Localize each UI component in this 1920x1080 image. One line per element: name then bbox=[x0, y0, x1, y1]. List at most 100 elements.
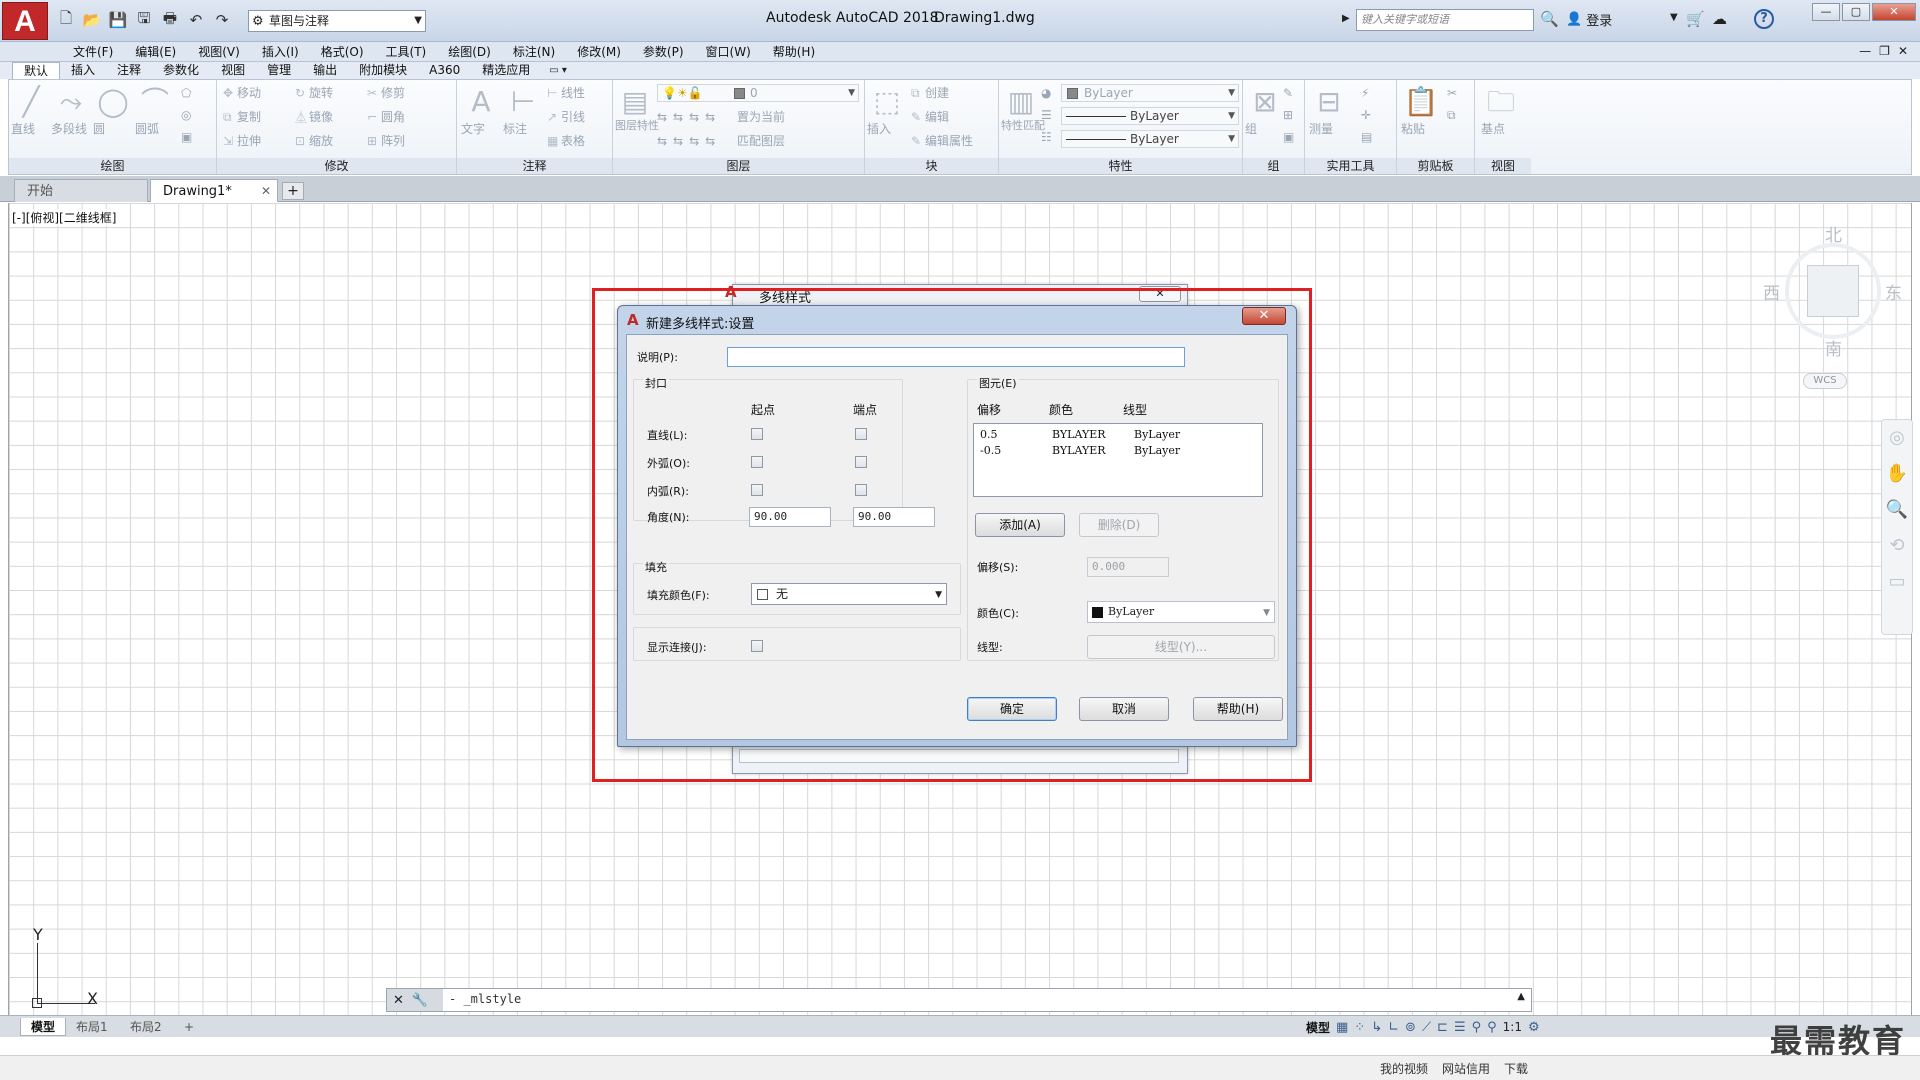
hatch-icon[interactable]: ◎ bbox=[181, 106, 191, 124]
calculator-icon[interactable]: ▤ bbox=[1361, 128, 1372, 146]
west-label[interactable]: 西 bbox=[1763, 279, 1780, 304]
help-icon[interactable]: ? bbox=[1754, 9, 1774, 29]
color-wheel-icon[interactable]: ◕ bbox=[1041, 84, 1051, 102]
menu-draw[interactable]: 绘图(D) bbox=[437, 44, 502, 60]
line-button[interactable]: ╱ 直线 bbox=[11, 84, 51, 144]
edit-attr-button[interactable]: ✎ 编辑属性 bbox=[911, 132, 973, 150]
tab-output[interactable]: 输出 bbox=[302, 62, 348, 80]
command-line[interactable]: ✕ 🔧 - _mlstyle ▲ bbox=[386, 988, 1532, 1012]
region-icon[interactable]: ▣ bbox=[181, 128, 192, 146]
tab-manage[interactable]: 管理 bbox=[256, 62, 302, 80]
south-label[interactable]: 南 bbox=[1825, 335, 1842, 360]
lineweight-icon[interactable]: ☰ bbox=[1041, 106, 1052, 124]
match-properties-button[interactable]: ▥ 特性匹配 bbox=[1001, 84, 1045, 144]
ortho-icon[interactable]: ∟ bbox=[1388, 1020, 1399, 1035]
menu-parametric[interactable]: 参数(P) bbox=[632, 44, 695, 60]
undo-icon[interactable]: ↶ bbox=[186, 10, 206, 30]
close-tab-icon[interactable]: ✕ bbox=[261, 180, 271, 203]
point-icon[interactable]: ✛ bbox=[1361, 106, 1371, 124]
set-current-button[interactable]: 置为当前 bbox=[737, 108, 785, 126]
rectangle-icon[interactable]: ⬠ bbox=[181, 84, 191, 102]
workspace-select[interactable]: ⚙ 草图与注释 ▼ bbox=[248, 10, 426, 32]
add-layout-button[interactable]: + bbox=[174, 1018, 204, 1036]
mirror-button[interactable]: ⏅ 镜像 bbox=[295, 108, 333, 126]
polyline-button[interactable]: ⤳ 多段线 bbox=[51, 84, 91, 144]
model-space-button[interactable]: 模型 bbox=[1306, 1019, 1330, 1036]
menu-tools[interactable]: 工具(T) bbox=[375, 44, 438, 60]
group-button[interactable]: ⊠ 组 bbox=[1245, 84, 1285, 144]
annotation-icon[interactable]: ⚲ bbox=[1472, 1020, 1482, 1035]
panel-draw-title[interactable]: 绘图 bbox=[9, 158, 216, 174]
dimension-button[interactable]: ⊢ 标注 bbox=[503, 84, 543, 144]
polar-icon[interactable]: ⊚ bbox=[1405, 1020, 1416, 1035]
doc-close-icon[interactable]: ✕ bbox=[1898, 44, 1908, 58]
search-expand-icon[interactable]: ▶ bbox=[1342, 13, 1350, 24]
tab-a360[interactable]: A360 bbox=[418, 62, 471, 80]
lineweight-combo[interactable]: ByLayer ▼ bbox=[1061, 130, 1239, 148]
a360-icon[interactable]: ☁ bbox=[1712, 10, 1727, 28]
measure-button[interactable]: ⊟ 测量 bbox=[1309, 84, 1349, 144]
annotation-scale[interactable]: 1:1 bbox=[1503, 1020, 1522, 1034]
paste-button[interactable]: 📋 粘贴 bbox=[1401, 84, 1441, 144]
fillet-button[interactable]: ⌐ 圆角 bbox=[367, 108, 405, 126]
east-label[interactable]: 东 bbox=[1885, 279, 1902, 304]
layer-properties-button[interactable]: ▤ 图层特性 bbox=[615, 84, 659, 144]
layer-combo[interactable]: 💡☀🔓 0 ▼ bbox=[657, 84, 859, 102]
pan-icon[interactable]: ✋ bbox=[1882, 456, 1912, 492]
tab-view[interactable]: 视图 bbox=[210, 62, 256, 80]
menu-window[interactable]: 窗口(W) bbox=[695, 44, 762, 60]
tab-model[interactable]: 模型 bbox=[20, 1018, 67, 1036]
group-select-icon[interactable]: ▣ bbox=[1283, 128, 1294, 146]
wcs-menu[interactable]: WCS bbox=[1803, 373, 1847, 389]
menu-insert[interactable]: 插入(I) bbox=[251, 44, 310, 60]
menu-modify[interactable]: 修改(M) bbox=[566, 44, 632, 60]
viewcube[interactable]: 北 南 东 西 bbox=[1763, 221, 1903, 361]
grid-icon[interactable]: ▦ bbox=[1336, 1020, 1348, 1035]
login-button[interactable]: 👤 登录 bbox=[1566, 10, 1612, 29]
infer-icon[interactable]: ↳ bbox=[1371, 1020, 1382, 1035]
stretch-button[interactable]: ⇲ 拉伸 bbox=[223, 132, 261, 150]
panel-groups-title[interactable]: 组 bbox=[1243, 158, 1304, 174]
menu-format[interactable]: 格式(O) bbox=[310, 44, 375, 60]
tab-layout2[interactable]: 布局2 bbox=[120, 1018, 172, 1036]
table-button[interactable]: ▦ 表格 bbox=[547, 132, 585, 150]
object-snap-icon[interactable]: ⊏ bbox=[1437, 1020, 1448, 1035]
tab-parametric[interactable]: 参数化 bbox=[152, 62, 210, 80]
minimize-button[interactable]: — bbox=[1812, 3, 1840, 21]
new-file-icon[interactable]: 🗋 bbox=[56, 9, 76, 30]
settings-gear-icon[interactable]: ⚙ bbox=[1528, 1020, 1540, 1035]
save-icon[interactable]: 💾 bbox=[108, 10, 128, 30]
insert-block-button[interactable]: ⬚ 插入 bbox=[867, 84, 907, 144]
panel-utilities-title[interactable]: 实用工具 bbox=[1305, 158, 1396, 174]
base-view-button[interactable]: 🗀 基点 bbox=[1481, 84, 1521, 144]
copy-button[interactable]: ⧉ 复制 bbox=[223, 108, 261, 126]
binoculars-icon[interactable]: 🔍 bbox=[1540, 10, 1559, 28]
panel-view-title[interactable]: 视图 bbox=[1475, 158, 1531, 174]
rotate-button[interactable]: ↻ 旋转 bbox=[295, 84, 333, 102]
tab-annotate[interactable]: 注释 bbox=[106, 62, 152, 80]
open-file-icon[interactable]: 📂 bbox=[82, 10, 102, 30]
group-edit-icon[interactable]: ⊞ bbox=[1283, 106, 1293, 124]
menu-edit[interactable]: 编辑(E) bbox=[124, 44, 187, 60]
panel-annotation-title[interactable]: 注释 bbox=[457, 158, 612, 174]
scale-button[interactable]: ⊡ 缩放 bbox=[295, 132, 333, 150]
orbit-icon[interactable]: ⟲ bbox=[1882, 528, 1912, 564]
panel-modify-title[interactable]: 修改 bbox=[217, 158, 456, 174]
circle-button[interactable]: ◯ 圆 bbox=[93, 84, 133, 144]
panel-properties-title[interactable]: 特性 bbox=[999, 158, 1242, 174]
color-combo[interactable]: ByLayer ▼ bbox=[1061, 84, 1239, 102]
menu-file[interactable]: 文件(F) bbox=[62, 44, 124, 60]
my-video-link[interactable]: 我的视频 bbox=[1380, 1060, 1428, 1077]
tab-layout1[interactable]: 布局1 bbox=[66, 1018, 118, 1036]
site-credit-link[interactable]: 网站信用 bbox=[1442, 1060, 1490, 1077]
tab-insert[interactable]: 插入 bbox=[60, 62, 106, 80]
text-button[interactable]: A 文字 bbox=[461, 84, 501, 144]
linetype-icon[interactable]: ☷ bbox=[1041, 128, 1052, 146]
doc-restore-icon[interactable]: ❐ bbox=[1879, 44, 1890, 58]
download-link[interactable]: 下载 bbox=[1504, 1060, 1528, 1077]
tab-home[interactable]: 默认 bbox=[12, 62, 61, 80]
close-button[interactable]: ✕ bbox=[1872, 3, 1916, 21]
save-as-icon[interactable]: 🖫 bbox=[134, 9, 154, 30]
showmotion-icon[interactable]: ▭ bbox=[1882, 564, 1912, 600]
steering-wheel-icon[interactable]: ◎ bbox=[1882, 420, 1912, 456]
